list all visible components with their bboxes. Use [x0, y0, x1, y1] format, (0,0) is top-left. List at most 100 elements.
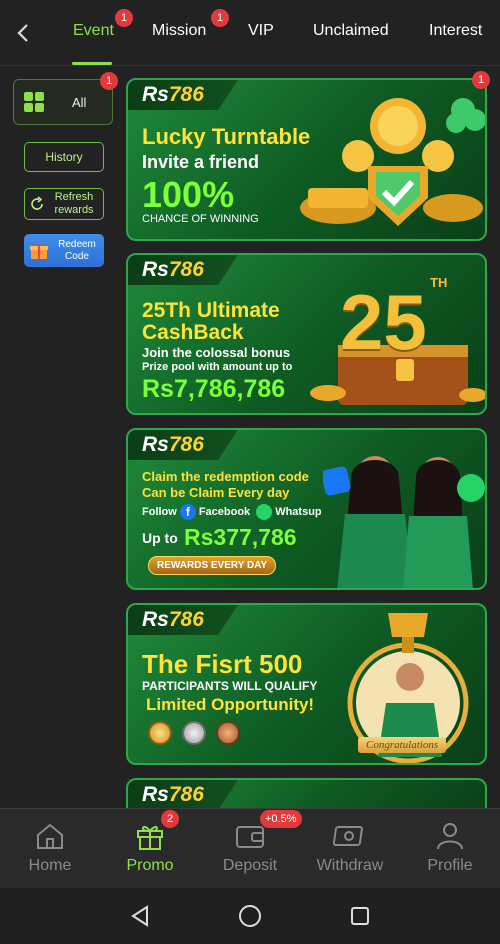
logo-rs: Rs: [142, 433, 169, 456]
tab-mission-label: Mission: [152, 22, 207, 39]
nav-home[interactable]: Home: [0, 809, 100, 889]
redeem-code-label: Redeem Code: [58, 238, 96, 262]
banner-highlight: Rs7,786,786: [142, 375, 286, 403]
logo-num: 786: [168, 783, 204, 806]
nav-profile-label: Profile: [427, 857, 473, 874]
logo-rs: Rs: [142, 258, 169, 281]
logo-num: 786: [168, 258, 204, 281]
tab-event[interactable]: Event: [73, 22, 114, 40]
banner-title: 25Th Ultimate: [142, 299, 280, 322]
logo-rs: Rs: [142, 783, 169, 806]
banner-highlight: Limited Opportunity!: [146, 695, 315, 714]
facebook-label: Facebook: [198, 506, 251, 518]
tab-mission-badge: 1: [211, 9, 229, 27]
refresh-rewards-label: Refresh rewards: [54, 191, 94, 216]
tab-unclaimed[interactable]: Unclaimed: [313, 22, 389, 40]
nav-promo[interactable]: Promo: [100, 809, 200, 889]
category-all-label: All: [72, 94, 87, 110]
refresh-icon: [31, 196, 43, 210]
system-back-button[interactable]: [126, 902, 154, 930]
silver-medal-icon: [182, 721, 206, 745]
wallet-icon: [236, 826, 264, 848]
nav-profile[interactable]: Profile: [400, 809, 500, 889]
banner-highlight: 100%: [142, 174, 235, 215]
system-home-button[interactable]: [236, 902, 264, 930]
logo-num: 786: [168, 83, 204, 106]
refresh-rewards-button[interactable]: Refresh rewards: [24, 188, 104, 220]
logo-rs: Rs: [142, 83, 169, 106]
tab-event-label: Event: [73, 22, 114, 39]
medal-row: [148, 721, 240, 745]
history-button[interactable]: History: [24, 142, 104, 172]
redeem-code-button[interactable]: Redeem Code: [24, 234, 104, 267]
banner-subtitle: PARTICIPANTS WILL QUALIFY: [142, 679, 318, 693]
promo-banner-cashback[interactable]: Rs 786 25Th Ultimate CashBack Join the co…: [126, 253, 487, 415]
tab-mission[interactable]: Mission: [152, 22, 206, 40]
nav-withdraw[interactable]: Withdraw: [300, 809, 400, 889]
whatsup-label: Whatsup: [275, 506, 322, 518]
cash-icon: [333, 826, 363, 846]
social-follow-row: Follow f Facebook Whatsup: [142, 504, 322, 520]
brand-logo: Rs 786: [128, 80, 238, 110]
tab-vip-label: VIP: [248, 22, 274, 39]
facebook-icon: f: [179, 504, 196, 520]
triangle-back-icon: [131, 905, 148, 927]
logo-num: 786: [168, 433, 204, 456]
banner-badge: 1: [472, 71, 490, 89]
banner-subtitle: Can be Claim Every day: [142, 485, 290, 500]
congratulations-ribbon: Congratulations: [358, 737, 447, 753]
rewards-pill: REWARDS EVERY DAY: [148, 556, 277, 575]
bronze-medal-icon: [216, 721, 240, 745]
brand-logo: Rs 786: [128, 780, 238, 810]
tab-interest[interactable]: Interest: [429, 22, 482, 40]
square-recents-icon: [351, 907, 369, 925]
active-tab-indicator: [72, 62, 112, 65]
banner-subtitle: Invite a friend: [142, 152, 260, 172]
promo-banner-first-500[interactable]: Rs 786 The Fisrt 500 PARTICIPANTS WILL QU…: [126, 603, 487, 765]
nav-deposit-badge: +0.5%: [260, 810, 302, 828]
banner-title: Claim the redemption code: [142, 469, 309, 484]
banner-title: The Fisrt 500: [142, 649, 303, 679]
event-tabs-bar: Event 1 Mission 1 VIP Unclaimed Interest: [0, 0, 500, 66]
circle-home-icon: [239, 905, 261, 927]
promo-banner-redemption-code[interactable]: Rs 786 Claim the redemption code Can be C…: [126, 428, 487, 590]
tab-event-badge: 1: [115, 9, 133, 27]
gold-coins-trophy-icon: [300, 98, 485, 226]
tab-unclaimed-label: Unclaimed: [313, 22, 389, 39]
nav-promo-badge: 2: [161, 810, 179, 828]
chevron-left-icon: [17, 24, 28, 42]
tab-vip[interactable]: VIP: [248, 22, 274, 40]
banner-highlight: Rs377,786: [184, 524, 297, 550]
anniversary-number: 25: [340, 278, 427, 366]
home-icon: [37, 823, 63, 849]
system-navigation-bar: [0, 888, 500, 944]
brand-logo: Rs 786: [128, 605, 238, 635]
banner-caption: Prize pool with amount up to: [142, 361, 293, 373]
brand-logo: Rs 786: [128, 430, 238, 460]
category-all-button[interactable]: All: [13, 79, 113, 125]
grid-icon: [24, 92, 44, 112]
anniversary-suffix: TH: [430, 275, 448, 290]
gift-box-icon: [30, 242, 48, 259]
category-all-badge: 1: [100, 72, 118, 90]
nav-deposit-label: Deposit: [222, 857, 278, 874]
upto-label: Up to: [142, 530, 178, 546]
gift-icon: [137, 825, 163, 850]
logo-rs: Rs: [142, 608, 169, 631]
nav-home-label: Home: [28, 857, 72, 874]
promotions-screen: Event 1 Mission 1 VIP Unclaimed Interest…: [0, 0, 500, 944]
promo-banner-lucky-turntable[interactable]: Rs 786 Lucky Turntable Invite a friend 10…: [126, 78, 487, 241]
women-illustration: [323, 456, 485, 588]
system-recents-button[interactable]: [346, 902, 374, 930]
tab-interest-label: Interest: [429, 22, 483, 39]
person-icon: [437, 823, 463, 850]
banner-title-2: CashBack: [142, 321, 244, 344]
back-button[interactable]: [8, 18, 38, 48]
banner-subtitle: Join the colossal bonus: [142, 345, 291, 360]
gold-medal-icon: [148, 721, 172, 745]
nav-withdraw-label: Withdraw: [316, 857, 384, 874]
category-sidebar: All 1 History Refresh rewards Redeem Cod…: [0, 66, 122, 808]
history-label: History: [45, 149, 83, 164]
banner-title: Lucky Turntable: [142, 124, 311, 149]
nav-promo-label: Promo: [126, 857, 174, 874]
